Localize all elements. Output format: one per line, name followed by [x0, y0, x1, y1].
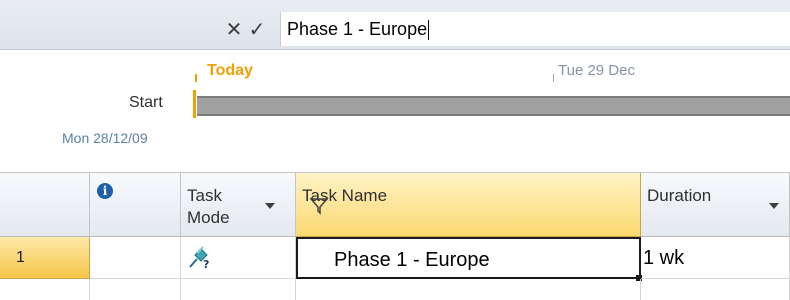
duration-cell[interactable]: 1 wk	[641, 237, 790, 279]
confirm-entry-icon[interactable]: ✓	[246, 18, 268, 41]
task-mode-column-header[interactable]: Task Mode	[181, 173, 296, 237]
indicators-cell-empty[interactable]	[90, 279, 181, 300]
task-name-column-header[interactable]: Task Name	[296, 173, 641, 237]
entry-field-value: Phase 1 - Europe	[287, 19, 428, 39]
duration-cell-empty[interactable]	[641, 279, 790, 300]
chevron-down-icon[interactable]	[265, 203, 275, 209]
cancel-entry-icon[interactable]: ✕	[223, 18, 245, 41]
chevron-down-icon[interactable]	[769, 203, 779, 209]
start-label: Start	[129, 94, 163, 111]
start-date: Mon 28/12/09	[62, 130, 148, 146]
indicators-column-header[interactable]: i	[90, 173, 181, 237]
today-tick	[195, 74, 197, 82]
task-mode-header-line1: Task	[187, 186, 222, 205]
timescale-date-label: Tue 29 Dec	[558, 62, 635, 79]
row-number[interactable]: 1	[0, 237, 90, 279]
indicators-cell[interactable]	[90, 237, 181, 279]
today-label: Today	[207, 62, 253, 79]
task-mode-header-line2: Mode	[187, 208, 230, 227]
entry-field[interactable]: Phase 1 - Europe	[280, 12, 790, 46]
text-caret	[428, 20, 430, 41]
timeline-bar[interactable]	[197, 96, 790, 116]
entry-bar: ✕ ✓ Phase 1 - Europe	[0, 0, 790, 50]
task-name-cell[interactable]: Phase 1 - Europe	[296, 237, 641, 279]
duration-header-label: Duration	[647, 186, 712, 205]
date-tick	[553, 74, 554, 82]
task-mode-cell-empty[interactable]	[181, 279, 296, 300]
svg-text:?: ?	[203, 258, 209, 270]
timeline-view[interactable]: Today Tue 29 Dec Start Mon 28/12/09	[0, 50, 790, 162]
task-grid: i Task Mode Task Name Duration 1 ? Phase…	[0, 172, 790, 300]
task-name-cell-empty[interactable]	[296, 279, 641, 300]
select-all-corner[interactable]	[0, 173, 90, 237]
info-icon: i	[97, 183, 113, 199]
filter-icon[interactable]	[309, 197, 329, 215]
today-marker	[193, 90, 196, 118]
task-mode-header-label: Task Mode	[187, 185, 230, 229]
task-mode-cell[interactable]: ?	[181, 237, 296, 279]
row-number-empty[interactable]	[0, 279, 90, 300]
duration-column-header[interactable]: Duration	[641, 173, 790, 237]
manual-schedule-pin-icon: ?	[189, 246, 209, 270]
